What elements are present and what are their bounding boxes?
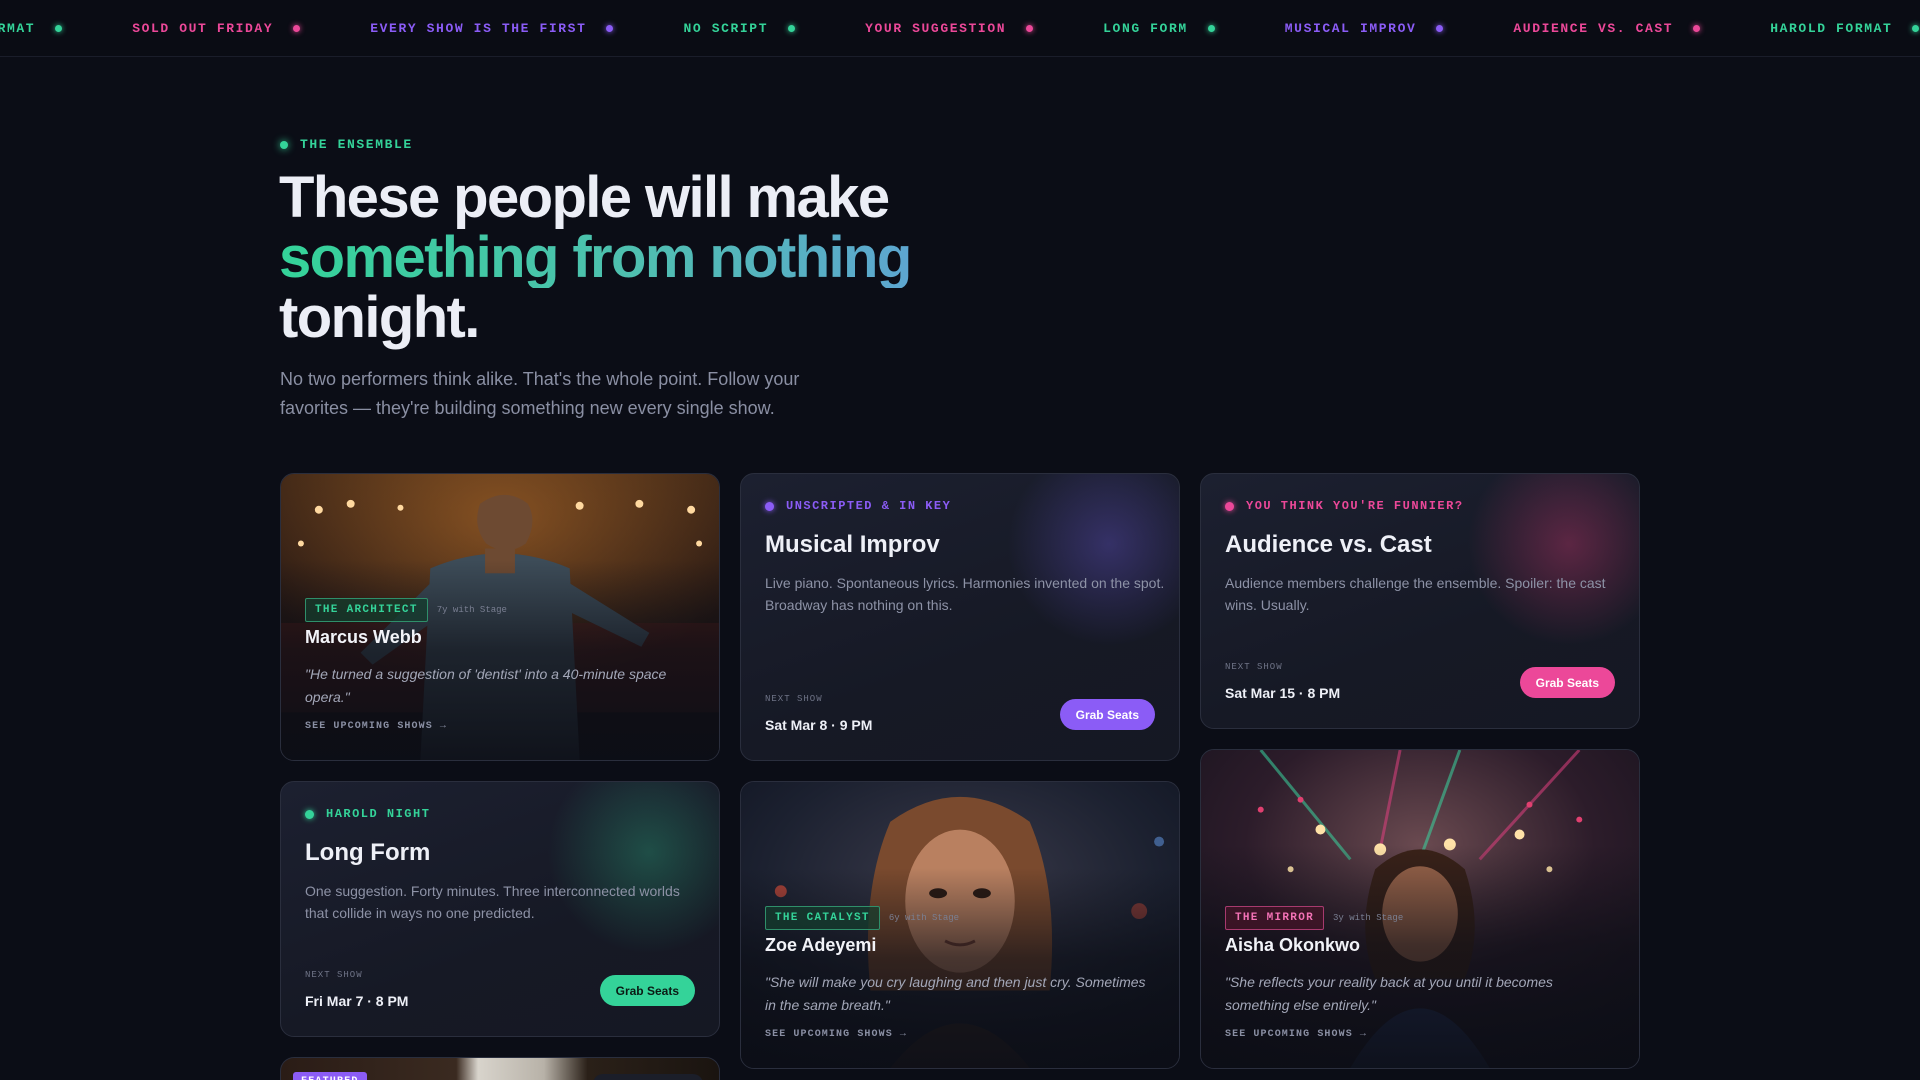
- show-description: One suggestion. Forty minutes. Three int…: [305, 883, 680, 921]
- next-show-date: Sat Mar 15 · 8 PM: [1225, 685, 1341, 701]
- tag-dot-icon: [765, 501, 774, 511]
- ticker-label: EVERY SHOW IS THE FIRST: [370, 21, 587, 36]
- show-tag: UNSCRIPTED & IN KEY: [765, 499, 951, 513]
- ticker-dot-icon: [1912, 25, 1920, 32]
- eyebrow-label: THE ENSEMBLE: [300, 137, 413, 152]
- ticker-dot-icon: [1436, 25, 1444, 32]
- show-tag-label: HAROLD NIGHT: [326, 807, 431, 821]
- headline-line-1: These people will make: [279, 165, 890, 230]
- ticker-dot-icon: [55, 25, 63, 32]
- featured-card[interactable]: FEATURED: [280, 1057, 720, 1080]
- show-tag: HAROLD NIGHT: [305, 807, 430, 821]
- performer-role-row: THE CATALYST 6y with Stage: [765, 906, 959, 930]
- featured-badge: FEATURED: [293, 1072, 367, 1080]
- years-label: 3y with Stage: [1333, 913, 1404, 923]
- ticker-item: EVERY SHOW IS THE FIRST: [370, 21, 614, 36]
- next-show-label: NEXT SHOW: [765, 694, 823, 704]
- next-show-label: NEXT SHOW: [305, 970, 363, 980]
- years-label: 7y with Stage: [436, 605, 507, 615]
- show-description: Audience members challenge the ensemble.…: [1225, 575, 1606, 613]
- next-show-date: Fri Mar 7 · 8 PM: [305, 993, 409, 1009]
- performer-card-marcus[interactable]: THE ARCHITECT 7y with Stage Marcus Webb …: [280, 473, 720, 761]
- ticker-dot-icon: [1693, 25, 1701, 32]
- ticker-label: MUSICAL IMPROV: [1284, 21, 1417, 36]
- ticker-dot-icon: [293, 25, 301, 32]
- show-card-long-form: HAROLD NIGHT Long Form One suggestion. F…: [280, 781, 720, 1037]
- ticker-item: NO SCRIPT: [683, 21, 796, 36]
- headline-line-3: tonight.: [279, 285, 480, 350]
- performer-quote: "She reflects your reality back at you u…: [1225, 974, 1553, 1013]
- show-card-musical-improv: UNSCRIPTED & IN KEY Musical Improv Live …: [740, 473, 1180, 761]
- see-upcoming-shows-link[interactable]: SEE UPCOMING SHOWS →: [305, 721, 447, 732]
- ticker-item: MUSICAL IMPROV: [1285, 21, 1444, 36]
- ticker-item: AUDIENCE VS. CAST: [1513, 21, 1701, 36]
- role-badge: THE ARCHITECT: [305, 598, 428, 622]
- next-show-label: NEXT SHOW: [1225, 662, 1283, 672]
- show-tag-label: UNSCRIPTED & IN KEY: [786, 499, 952, 513]
- ticker-dot-icon: [788, 25, 796, 32]
- performer-role-row: THE MIRROR 3y with Stage: [1225, 906, 1403, 930]
- card-glow: [539, 782, 719, 962]
- years-label: 6y with Stage: [888, 913, 960, 923]
- see-upcoming-shows-link[interactable]: SEE UPCOMING SHOWS →: [1225, 1029, 1367, 1040]
- ticker-item: LONG FORM: [1103, 21, 1215, 36]
- ticker-track: D FORMAT SOLD OUT FRIDAY EVERY SHOW IS THE…: [0, 0, 1920, 56]
- show-title: Audience vs. Cast: [1225, 531, 1432, 558]
- grab-seats-button[interactable]: Grab Seats: [1059, 699, 1155, 730]
- ticker-label: AUDIENCE VS. CAST: [1513, 21, 1674, 36]
- marquee-ticker: D FORMAT SOLD OUT FRIDAY EVERY SHOW IS THE…: [0, 0, 1920, 57]
- next-show-date: Sat Mar 8 · 9 PM: [765, 717, 873, 733]
- performer-name: Zoe Adeyemi: [765, 935, 877, 955]
- ticker-dot-icon: [1207, 25, 1215, 32]
- grab-seats-button[interactable]: Grab Seats: [599, 975, 695, 1006]
- ticker-item: YOUR SUGGESTION: [865, 21, 1034, 36]
- performer-quote: "He turned a suggestion of 'dentist' int…: [305, 666, 667, 705]
- ticker-label: SOLD OUT FRIDAY: [132, 21, 274, 36]
- performer-role-row: THE ARCHITECT 7y with Stage: [305, 598, 507, 622]
- role-badge: THE MIRROR: [1225, 906, 1325, 930]
- tag-dot-icon: [1225, 501, 1234, 511]
- section-eyebrow: THE ENSEMBLE: [280, 137, 413, 152]
- ticker-label: HAROLD FORMAT: [1770, 21, 1893, 36]
- tag-dot-icon: [305, 809, 314, 819]
- ticker-label: NO SCRIPT: [683, 21, 769, 36]
- performer-card-zoe[interactable]: THE CATALYST 6y with Stage Zoe Adeyemi "…: [740, 781, 1180, 1069]
- show-title: Musical Improv: [765, 531, 940, 558]
- card-glow: [999, 474, 1179, 654]
- performer-name: Marcus Webb: [305, 627, 422, 647]
- grab-seats-button[interactable]: Grab Seats: [1519, 667, 1615, 698]
- ticker-dot-icon: [606, 25, 614, 32]
- ticker-item: SOLD OUT FRIDAY: [132, 21, 301, 36]
- card-glow: [1459, 474, 1639, 654]
- ticker-label: YOUR SUGGESTION: [865, 21, 1007, 36]
- page-headline: These people will make something from no…: [279, 168, 1179, 348]
- show-tag: YOU THINK YOU'RE FUNNIER?: [1225, 499, 1464, 513]
- performer-card-aisha[interactable]: THE MIRROR 3y with Stage Aisha Okonkwo "…: [1200, 749, 1640, 1069]
- status-dot-icon: [280, 140, 288, 149]
- performer-name: Aisha Okonkwo: [1225, 935, 1361, 955]
- role-badge: THE CATALYST: [765, 906, 880, 930]
- show-tag-label: YOU THINK YOU'RE FUNNIER?: [1246, 499, 1464, 513]
- ticker-label: D FORMAT: [0, 21, 36, 36]
- headline-line-2: something from nothing: [279, 228, 1179, 288]
- ticker-label: LONG FORM: [1103, 21, 1188, 36]
- ticker-item: HAROLD FORMAT: [1770, 21, 1920, 36]
- see-upcoming-shows-link[interactable]: SEE UPCOMING SHOWS →: [765, 1029, 907, 1040]
- show-description: Live piano. Spontaneous lyrics. Harmonie…: [765, 575, 1165, 613]
- ticker-dot-icon: [1026, 25, 1034, 32]
- performer-quote: "She will make you cry laughing and then…: [765, 974, 1146, 1013]
- hero-subtitle: No two performers think alike. That's th…: [280, 369, 800, 418]
- show-card-audience-vs-cast: YOU THINK YOU'RE FUNNIER? Audience vs. C…: [1200, 473, 1640, 729]
- ticker-item: D FORMAT: [0, 21, 63, 36]
- featured-action-chip[interactable]: [593, 1074, 703, 1080]
- show-title: Long Form: [305, 839, 431, 866]
